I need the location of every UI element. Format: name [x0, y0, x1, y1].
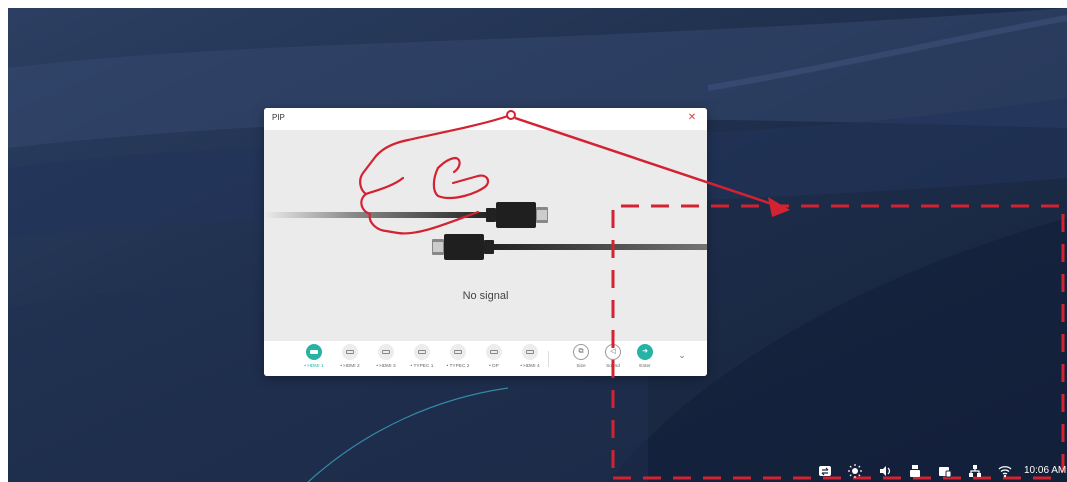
desktop-screen: PIP ✕ No signal • HDMI 1 • HDMI 2 • HDMI…: [8, 8, 1067, 482]
size-icon: ⧉: [573, 344, 589, 360]
hdmi-port-icon: [306, 344, 322, 360]
source-hdmi-4[interactable]: • HDMI 4: [512, 344, 548, 374]
source-selector-bar: • HDMI 1 • HDMI 2 • HDMI 3 • TYPEC 1 • T…: [264, 341, 707, 376]
displayport-icon: [486, 344, 502, 360]
chevron-down-icon[interactable]: ⌄: [675, 348, 689, 362]
action-label: Enter: [639, 364, 651, 369]
pip-titlebar[interactable]: PIP ✕: [264, 108, 707, 130]
window-icon[interactable]: [938, 464, 952, 478]
network-icon[interactable]: [968, 464, 982, 478]
brightness-icon[interactable]: [848, 464, 862, 478]
enter-arrow-icon: ➜: [637, 344, 653, 360]
source-dp[interactable]: • DP: [476, 344, 512, 374]
volume-icon[interactable]: [878, 464, 892, 478]
source-hdmi-1[interactable]: • HDMI 1: [296, 344, 332, 374]
hdmi-port-icon: [522, 344, 538, 360]
source-typec-2[interactable]: • TYPEC 2: [440, 344, 476, 374]
source-hdmi-3[interactable]: • HDMI 3: [368, 344, 404, 374]
sound-button[interactable]: ◁ Sound: [598, 344, 628, 374]
system-taskbar: 10:06 AM: [808, 460, 1067, 482]
hdmi-port-icon: [342, 344, 358, 360]
source-hdmi-2[interactable]: • HDMI 2: [332, 344, 368, 374]
size-button[interactable]: ⧉ Size: [566, 344, 596, 374]
source-label: • HDMI 4: [520, 364, 540, 369]
clock[interactable]: 10:06 AM: [1024, 465, 1066, 476]
enter-button[interactable]: ➜ Enter: [630, 344, 660, 374]
pip-title: PIP: [272, 113, 285, 122]
pip-video-area: No signal: [264, 130, 707, 341]
close-icon[interactable]: ✕: [685, 111, 699, 125]
usb-c-port-icon: [414, 344, 430, 360]
no-signal-message: No signal: [462, 290, 509, 302]
bar-divider: [548, 351, 549, 367]
usb-c-port-icon: [450, 344, 466, 360]
source-typec-1[interactable]: • TYPEC 1: [404, 344, 440, 374]
hdmi-port-icon: [378, 344, 394, 360]
pip-window: PIP ✕ No signal • HDMI 1 • HDMI 2 • HDMI…: [264, 108, 707, 376]
hdmi-cables-illustration: [264, 202, 707, 260]
wifi-icon[interactable]: [998, 464, 1012, 478]
speaker-icon: ◁: [605, 344, 621, 360]
switch-icon[interactable]: [818, 464, 832, 478]
usb-icon[interactable]: [908, 464, 922, 478]
